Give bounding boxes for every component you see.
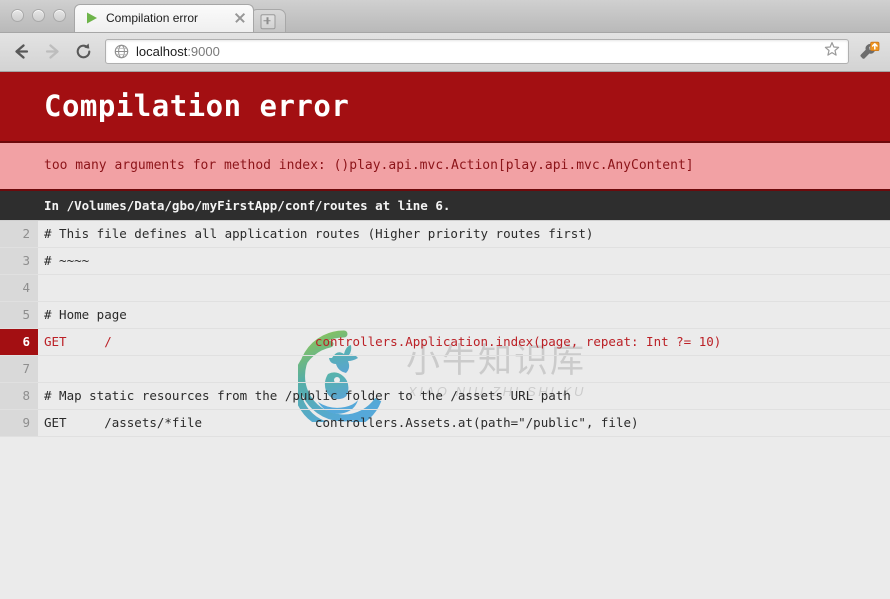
url-port: :9000 bbox=[187, 44, 220, 60]
close-icon[interactable] bbox=[233, 11, 247, 25]
line-source bbox=[38, 275, 890, 301]
back-arrow-icon[interactable] bbox=[10, 41, 32, 63]
minimize-window-button[interactable] bbox=[32, 8, 45, 22]
line-source: GET /assets/*file controllers.Assets.at(… bbox=[44, 415, 639, 431]
line-source: # This file defines all application rout… bbox=[44, 226, 594, 242]
line-source: GET / controllers.Application.index(page… bbox=[44, 334, 722, 350]
code-line-row: 7 bbox=[0, 355, 890, 383]
close-window-button[interactable] bbox=[11, 8, 24, 22]
address-bar[interactable]: localhost:9000 bbox=[105, 39, 849, 65]
line-source bbox=[38, 356, 890, 382]
line-number: 4 bbox=[0, 274, 38, 301]
url-host: localhost bbox=[136, 44, 188, 60]
line-number: 7 bbox=[0, 355, 38, 382]
globe-icon bbox=[114, 45, 129, 59]
line-number: 9 bbox=[0, 409, 38, 436]
address-bar-text: localhost:9000 bbox=[136, 44, 220, 59]
code-line-row: 5 # Home page bbox=[0, 301, 890, 329]
forward-arrow-icon bbox=[41, 41, 63, 63]
browser-tab[interactable]: Compilation error bbox=[74, 3, 254, 32]
line-number: 8 bbox=[0, 382, 38, 409]
page-content: Compilation error too many arguments for… bbox=[0, 71, 890, 599]
code-line-row: 3 # ~~~~ bbox=[0, 247, 890, 275]
error-source-bar: In /Volumes/Data/gbo/myFirstApp/conf/rou… bbox=[0, 190, 890, 221]
new-tab-plus bbox=[260, 13, 276, 29]
window-controls bbox=[8, 8, 72, 32]
line-source: # Home page bbox=[44, 307, 127, 323]
line-source: # ~~~~ bbox=[44, 253, 90, 269]
browser-toolbar: localhost:9000 bbox=[0, 32, 890, 72]
error-source-location: In /Volumes/Data/gbo/myFirstApp/conf/rou… bbox=[44, 197, 451, 213]
error-message-bar: too many arguments for method index: ()p… bbox=[0, 142, 890, 191]
zoom-window-button[interactable] bbox=[53, 8, 66, 22]
tab-strip: Compilation error bbox=[0, 0, 890, 33]
line-number: 6 bbox=[0, 328, 38, 355]
tab-title: Compilation error bbox=[106, 11, 199, 26]
line-number: 2 bbox=[0, 220, 38, 247]
line-number: 3 bbox=[0, 247, 38, 274]
new-tab-icon[interactable] bbox=[250, 8, 286, 32]
code-line-row: 8 # Map static resources from the /publi… bbox=[0, 382, 890, 410]
error-title-bar: Compilation error bbox=[0, 71, 890, 143]
code-line-row: 4 bbox=[0, 274, 890, 302]
reload-icon[interactable] bbox=[72, 41, 94, 63]
wrench-icon[interactable] bbox=[858, 41, 880, 63]
code-line-row-error: 6 GET / controllers.Application.index(pa… bbox=[0, 328, 890, 356]
star-icon[interactable] bbox=[824, 41, 840, 62]
play-framework-triangle-icon bbox=[87, 12, 97, 24]
code-line-row: 9 GET /assets/*file controllers.Assets.a… bbox=[0, 409, 890, 437]
error-message: too many arguments for method index: ()p… bbox=[44, 158, 694, 174]
page-title: Compilation error bbox=[44, 89, 350, 124]
line-number: 5 bbox=[0, 301, 38, 328]
source-code-listing: 2 # This file defines all application ro… bbox=[0, 220, 890, 437]
browser-window: Compilation error localhost:9000 Compila… bbox=[0, 0, 890, 599]
code-line-row: 2 # This file defines all application ro… bbox=[0, 220, 890, 248]
page-empty-area bbox=[0, 436, 890, 599]
line-source: # Map static resources from the /public … bbox=[44, 388, 571, 404]
